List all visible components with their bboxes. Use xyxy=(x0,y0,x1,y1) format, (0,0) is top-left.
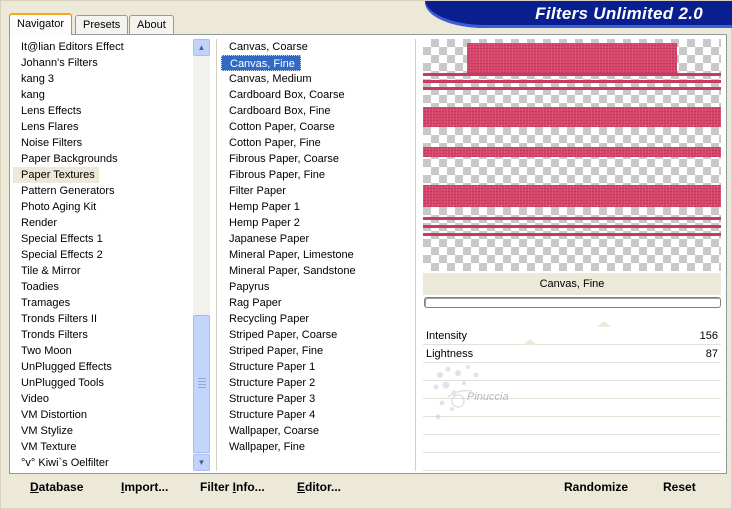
randomize-button[interactable]: Randomize xyxy=(564,478,628,496)
param-empty xyxy=(423,435,721,453)
category-list-item[interactable]: UnPlugged Tools xyxy=(13,375,191,391)
param-value: 156 xyxy=(699,330,718,342)
scroll-down-button[interactable]: ▼ xyxy=(193,454,210,471)
param-label: Lightness xyxy=(426,348,474,360)
category-list-item[interactable]: Tile & Mirror xyxy=(13,263,191,279)
category-list-item[interactable]: It@lian Editors Effect xyxy=(13,39,191,55)
param-empty xyxy=(423,453,721,471)
list-divider xyxy=(216,39,217,471)
category-list-item[interactable]: Tramages xyxy=(13,295,191,311)
category-list-item[interactable]: Toadies xyxy=(13,279,191,295)
filter-list-item[interactable]: Wallpaper, Fine xyxy=(221,439,411,455)
filter-list-item[interactable]: Recycling Paper xyxy=(221,311,411,327)
category-list-item[interactable]: Lens Flares xyxy=(13,119,191,135)
category-list-item[interactable]: UnPlugged Effects xyxy=(13,359,191,375)
category-scrollbar[interactable]: ▲ ▼ xyxy=(193,39,210,471)
chevron-down-icon: ▼ xyxy=(197,458,206,467)
param-value: 87 xyxy=(705,348,718,360)
category-list-item[interactable]: Photo Aging Kit xyxy=(13,199,191,215)
title-banner: Filters Unlimited 2.0 xyxy=(425,1,732,28)
category-list-item[interactable]: Two Moon xyxy=(13,343,191,359)
filter-list-item[interactable]: Fibrous Paper, Fine xyxy=(221,167,411,183)
filter-list-item[interactable]: Rag Paper xyxy=(221,295,411,311)
category-list-item[interactable]: Noise Filters xyxy=(13,135,191,151)
filter-list-item[interactable]: Japanese Paper xyxy=(221,231,411,247)
banner-title: Filters Unlimited 2.0 xyxy=(535,4,703,23)
chevron-up-icon: ▲ xyxy=(197,43,206,52)
database-button[interactable]: Database xyxy=(30,478,83,496)
category-list-item[interactable]: Special Effects 1 xyxy=(13,231,191,247)
reset-button[interactable]: Reset xyxy=(663,478,696,496)
filter-list-item[interactable]: Mineral Paper, Limestone xyxy=(221,247,411,263)
filter-list-item[interactable]: Striped Paper, Coarse xyxy=(221,327,411,343)
filter-info-button[interactable]: Filter Info... xyxy=(200,478,265,496)
category-list-item[interactable]: VM Stylize xyxy=(13,423,191,439)
category-list-item[interactable]: Tronds Filters II xyxy=(13,311,191,327)
category-list-item[interactable]: Paper Backgrounds xyxy=(13,151,191,167)
filters-unlimited-window: Filters Unlimited 2.0 Navigator Presets … xyxy=(0,0,732,509)
filter-list-item[interactable]: Cardboard Box, Coarse xyxy=(221,87,411,103)
import-button[interactable]: Import... xyxy=(121,478,168,496)
filter-list-item[interactable]: Striped Paper, Fine xyxy=(221,343,411,359)
filter-list-item[interactable]: Structure Paper 3 xyxy=(221,391,411,407)
category-list-item[interactable]: Render xyxy=(13,215,191,231)
preview-divider xyxy=(415,39,416,471)
category-list-item[interactable]: Paper Textures xyxy=(13,167,99,183)
category-list-item[interactable]: Video xyxy=(13,391,191,407)
filter-list-item[interactable]: Structure Paper 1 xyxy=(221,359,411,375)
filter-list-item[interactable]: Hemp Paper 1 xyxy=(221,199,411,215)
editor-button[interactable]: Editor... xyxy=(297,478,341,496)
category-list-item[interactable]: Pattern Generators xyxy=(13,183,191,199)
tab-about[interactable]: About xyxy=(129,15,174,34)
filter-list-item[interactable]: Cardboard Box, Fine xyxy=(221,103,411,119)
category-list-item[interactable]: Special Effects 2 xyxy=(13,247,191,263)
filter-list-item[interactable]: Cotton Paper, Fine xyxy=(221,135,411,151)
filter-list-item[interactable]: Cotton Paper, Coarse xyxy=(221,119,411,135)
category-list-item[interactable]: Tronds Filters xyxy=(13,327,191,343)
category-list-item[interactable]: kang xyxy=(13,87,191,103)
filter-list-item[interactable]: Filter Paper xyxy=(221,183,411,199)
filter-list-item[interactable]: Canvas, Medium xyxy=(221,71,411,87)
watermark-text: Pinuccia xyxy=(467,391,509,403)
tab-navigator[interactable]: Navigator xyxy=(9,13,73,35)
category-list[interactable]: It@lian Editors Effect Johann's Filters ka… xyxy=(13,39,191,471)
filter-list-item[interactable]: Wallpaper, Coarse xyxy=(221,423,411,439)
filter-list-item[interactable]: Canvas, Coarse xyxy=(221,39,411,55)
param-label: Intensity xyxy=(426,330,467,342)
filter-list-item[interactable]: Mineral Paper, Sandstone xyxy=(221,263,411,279)
category-list-item[interactable]: Lens Effects xyxy=(13,103,191,119)
tab-presets[interactable]: Presets xyxy=(75,15,129,34)
category-list-item[interactable]: VM Texture xyxy=(13,439,191,455)
filter-list-item[interactable]: Structure Paper 2 xyxy=(221,375,411,391)
param-intensity[interactable]: Intensity 156 xyxy=(423,321,721,345)
filter-list-item[interactable]: Papyrus xyxy=(221,279,411,295)
filter-list-item[interactable]: Hemp Paper 2 xyxy=(221,215,411,231)
filter-list-item[interactable]: Structure Paper 4 xyxy=(221,407,411,423)
preview-filter-name: Canvas, Fine xyxy=(423,273,721,295)
category-list-item[interactable]: kang 3 xyxy=(13,71,191,87)
filter-preview xyxy=(423,39,721,271)
filter-list-item[interactable]: Fibrous Paper, Coarse xyxy=(221,151,411,167)
filter-list-item[interactable]: Canvas, Fine xyxy=(221,55,301,71)
scroll-up-button[interactable]: ▲ xyxy=(193,39,210,56)
category-list-item[interactable]: VM Distortion xyxy=(13,407,191,423)
filter-list[interactable]: Canvas, Coarse Canvas, Fine Canvas, Medium… xyxy=(221,39,411,471)
category-list-item[interactable]: °v° Kiwi`s Oelfilter xyxy=(13,455,191,471)
progress-bar xyxy=(424,297,721,308)
scroll-thumb[interactable] xyxy=(193,315,210,453)
category-list-item[interactable]: Johann's Filters xyxy=(13,55,191,71)
